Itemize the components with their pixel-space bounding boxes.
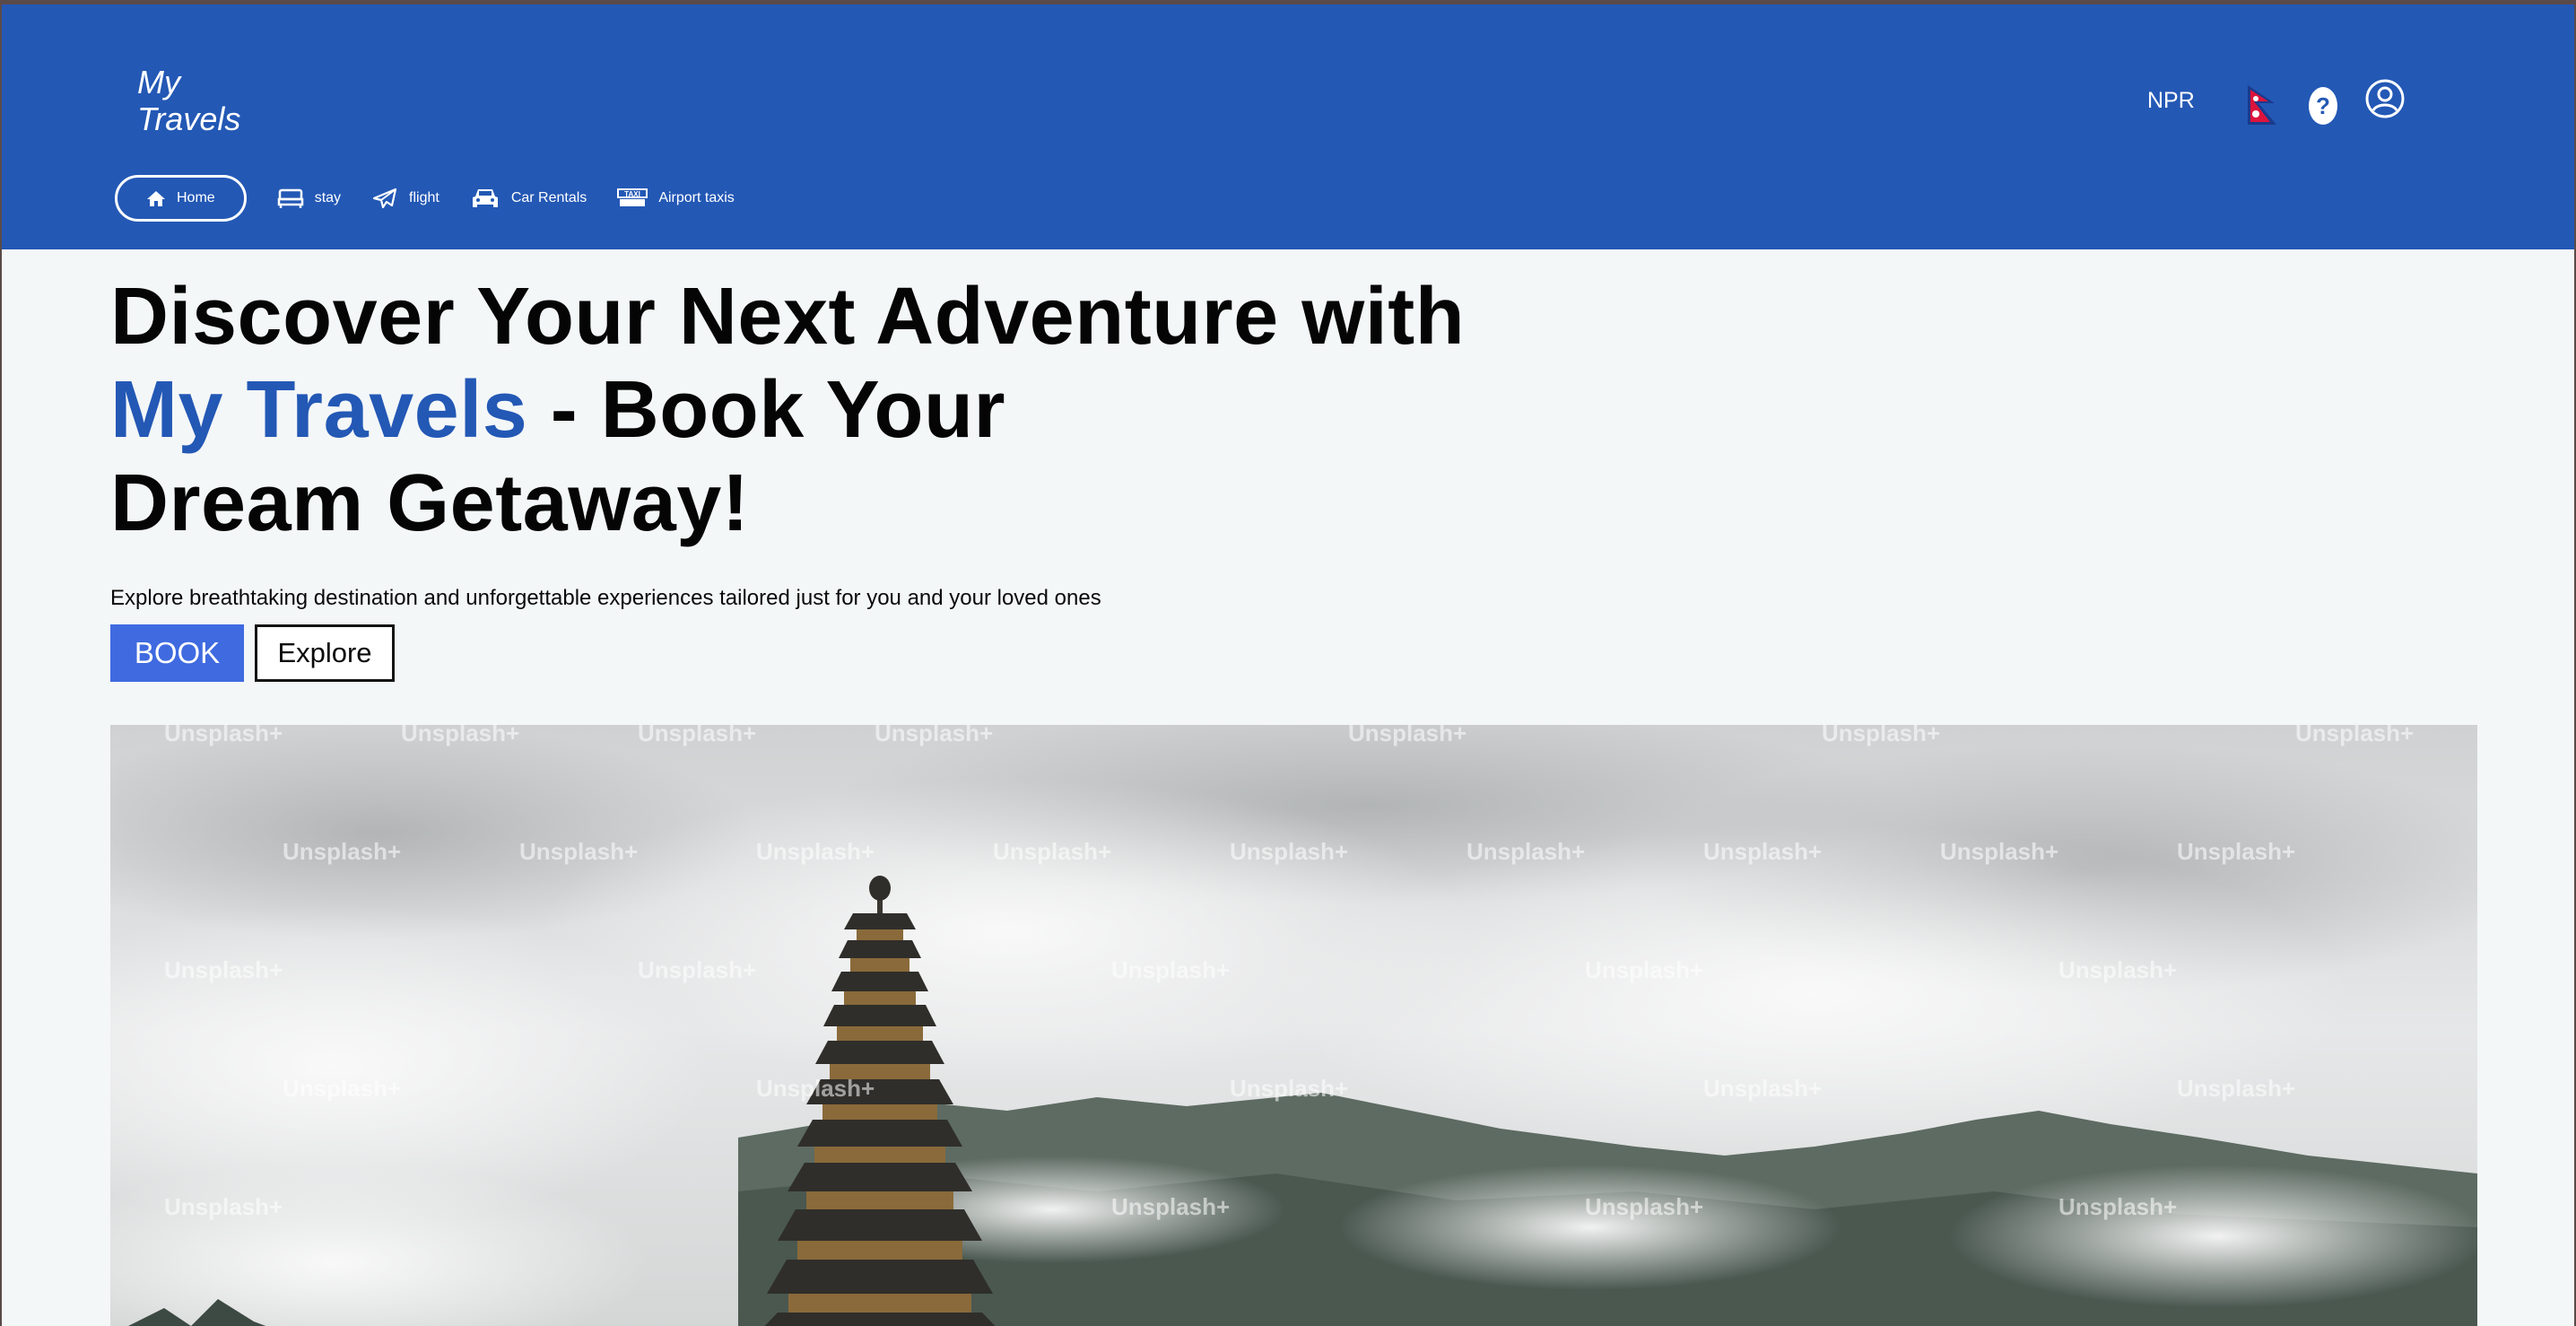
hero-image: Unsplash+ Unsplash+ Unsplash+ Unsplash+ … — [110, 725, 2477, 1326]
watermark-text: Unsplash+ — [638, 956, 757, 983]
watermark-text: Unsplash+ — [638, 725, 757, 746]
nav-item-airport-taxis[interactable]: TAXI Airport taxis — [617, 175, 735, 222]
nav-label: flight — [409, 190, 439, 205]
watermark-text: Unsplash+ — [756, 838, 875, 865]
temple-mountain-photo — [110, 725, 2477, 1326]
currency-selector[interactable]: NPR — [2147, 88, 2195, 114]
nav-item-home[interactable]: Home — [115, 175, 247, 222]
top-header: My Travels NPR ? Home stay flight Car Re… — [2, 4, 2574, 249]
watermark-text: Unsplash+ — [993, 838, 1112, 865]
nav-item-car-rentals[interactable]: Car Rentals — [470, 175, 587, 222]
watermark-text: Unsplash+ — [756, 1075, 875, 1102]
user-circle-icon[interactable] — [2364, 78, 2406, 119]
hero-heading-brand: My Travels — [110, 365, 528, 455]
hero-heading: Discover Your Next Adventure with My Tra… — [110, 270, 1653, 550]
watermark-text: Unsplash+ — [164, 725, 283, 746]
book-button[interactable]: BOOK — [110, 624, 244, 682]
nav-label: Car Rentals — [510, 190, 587, 205]
watermark-text: Unsplash+ — [283, 1075, 402, 1102]
watermark-text: Unsplash+ — [1822, 725, 1941, 746]
watermark-text: Unsplash+ — [1466, 838, 1586, 865]
hero-heading-part3: Dream Getaway! — [110, 458, 750, 548]
car-icon — [472, 189, 498, 207]
watermark-text: Unsplash+ — [283, 838, 402, 865]
taxi-icon: TAXI — [617, 188, 648, 206]
nav-item-stay[interactable]: stay — [277, 175, 341, 222]
watermark-text: Unsplash+ — [2058, 956, 2178, 983]
home-icon — [147, 191, 165, 206]
watermark-text: Unsplash+ — [1111, 956, 1231, 983]
main-nav: Home stay flight Car Rentals TAXI Airpor… — [115, 175, 765, 222]
watermark-text: Unsplash+ — [1940, 838, 2059, 865]
help-icon[interactable]: ? — [2309, 87, 2337, 125]
app-window: My Travels NPR ? Home stay flight Car Re… — [2, 4, 2574, 1326]
watermark-text: Unsplash+ — [1348, 725, 1467, 746]
watermark-text: Unsplash+ — [1230, 1075, 1349, 1102]
site-logo[interactable]: My Travels — [137, 64, 240, 137]
watermark-text: Unsplash+ — [164, 956, 283, 983]
watermark-text: Unsplash+ — [519, 838, 639, 865]
bed-icon — [277, 188, 303, 208]
watermark-text: Unsplash+ — [1111, 1193, 1231, 1220]
plane-icon — [372, 188, 397, 209]
watermark-text: Unsplash+ — [2295, 725, 2415, 746]
svg-text:TAXI: TAXI — [624, 190, 640, 198]
hero-heading-part2: - Book Your — [527, 365, 1005, 455]
nepal-flag-icon[interactable] — [2244, 83, 2280, 128]
watermark-text: Unsplash+ — [1585, 1193, 1704, 1220]
watermark-text: Unsplash+ — [1703, 838, 1823, 865]
watermark-text: Unsplash+ — [2058, 1193, 2178, 1220]
watermark-text: Unsplash+ — [2177, 1075, 2296, 1102]
watermark-text: Unsplash+ — [2177, 838, 2296, 865]
explore-button[interactable]: Explore — [255, 624, 395, 682]
nav-label: stay — [314, 190, 342, 205]
watermark-text: Unsplash+ — [875, 725, 994, 746]
nav-label: Home — [177, 190, 215, 205]
watermark-text: Unsplash+ — [1230, 838, 1349, 865]
watermark-text: Unsplash+ — [1703, 1075, 1823, 1102]
watermark-text: Unsplash+ — [164, 1193, 283, 1220]
hero-subtitle: Explore breathtaking destination and unf… — [110, 586, 1101, 610]
watermark-text: Unsplash+ — [401, 725, 520, 746]
hero-heading-part1: Discover Your Next Adventure with — [110, 272, 1466, 362]
nav-item-flight[interactable]: flight — [371, 175, 439, 222]
nav-label: Airport taxis — [658, 190, 735, 205]
watermark-text: Unsplash+ — [1585, 956, 1704, 983]
